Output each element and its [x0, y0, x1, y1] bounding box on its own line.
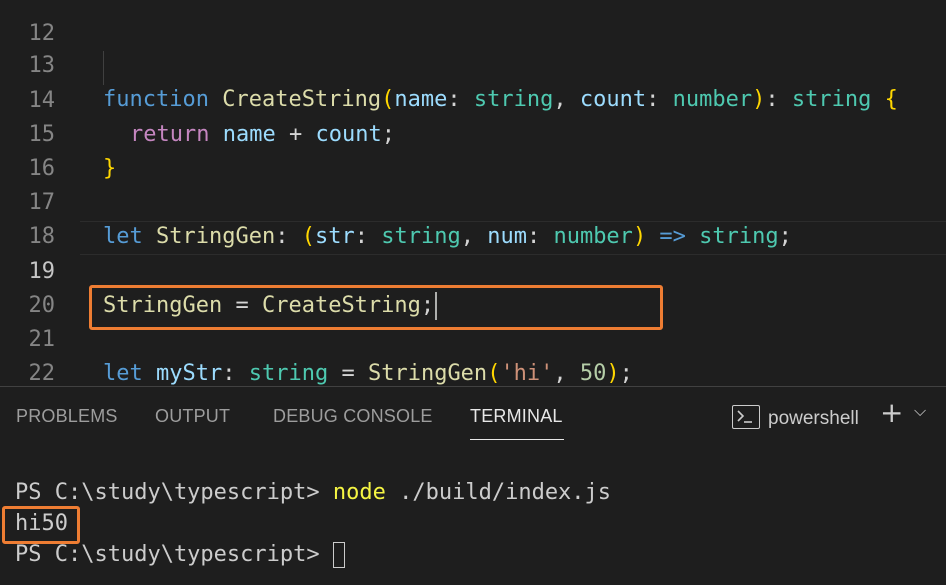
terminal-prompt: PS C:\study\typescript> — [15, 480, 333, 505]
function-name-token: StringGen — [367, 361, 488, 386]
tab-problems[interactable]: PROBLEMS — [16, 406, 118, 427]
code-line[interactable]: 20 — [0, 255, 946, 318]
punct-token: ; — [619, 361, 633, 386]
tab-terminal[interactable]: TERMINAL — [470, 406, 563, 427]
code-line[interactable]: 16 — [0, 118, 946, 181]
code-line[interactable]: 18 — [0, 186, 946, 249]
line-number: 22 — [28, 361, 56, 386]
tab-debug-console[interactable]: DEBUG CONSOLE — [273, 406, 433, 427]
active-tab-underline — [470, 439, 564, 440]
punct-token: : — [222, 361, 249, 386]
number-token: 50 — [579, 361, 607, 386]
identifier-token: myStr — [156, 361, 223, 386]
code-editor[interactable]: 12 13 function CreateString(name: string… — [0, 0, 946, 386]
highlight-box-output — [2, 506, 80, 544]
tab-output[interactable]: OUTPUT — [155, 406, 230, 427]
terminal-icon[interactable] — [732, 405, 760, 429]
terminal-prompt: PS C:\study\typescript> — [15, 542, 333, 567]
code-line[interactable]: 14 return name + count; — [0, 50, 946, 147]
code-line[interactable]: 13 function CreateString(name: string, c… — [0, 15, 946, 112]
operator-token: = — [328, 361, 368, 386]
chevron-down-icon[interactable]: ⌵ — [914, 401, 926, 421]
punct-token: , — [553, 361, 580, 386]
paren-token: ) — [606, 361, 620, 386]
terminal-command: node — [332, 480, 386, 505]
code-line[interactable]: 19 StringGen = CreateString; — [0, 221, 946, 320]
string-token: 'hi' — [500, 361, 554, 386]
paren-token: ( — [487, 361, 501, 386]
keyword-token: let — [103, 361, 143, 386]
terminal-line[interactable]: PS C:\study\typescript> — [15, 540, 345, 570]
new-terminal-icon[interactable]: + — [880, 398, 903, 428]
terminal-args: ./build/index.js — [385, 480, 612, 505]
terminal-cursor — [332, 542, 345, 568]
bottom-panel: PROBLEMS OUTPUT DEBUG CONSOLE TERMINAL p… — [0, 386, 946, 585]
highlight-box-code — [89, 285, 663, 330]
type-token: string — [248, 361, 329, 386]
shell-label[interactable]: powershell — [768, 408, 859, 430]
code-line[interactable]: 15 } — [0, 84, 946, 181]
terminal-line[interactable]: PS C:\study\typescript> node ./build/ind… — [15, 478, 611, 508]
code-line[interactable]: 17 let StringGen: (str: string, num: num… — [0, 152, 946, 249]
